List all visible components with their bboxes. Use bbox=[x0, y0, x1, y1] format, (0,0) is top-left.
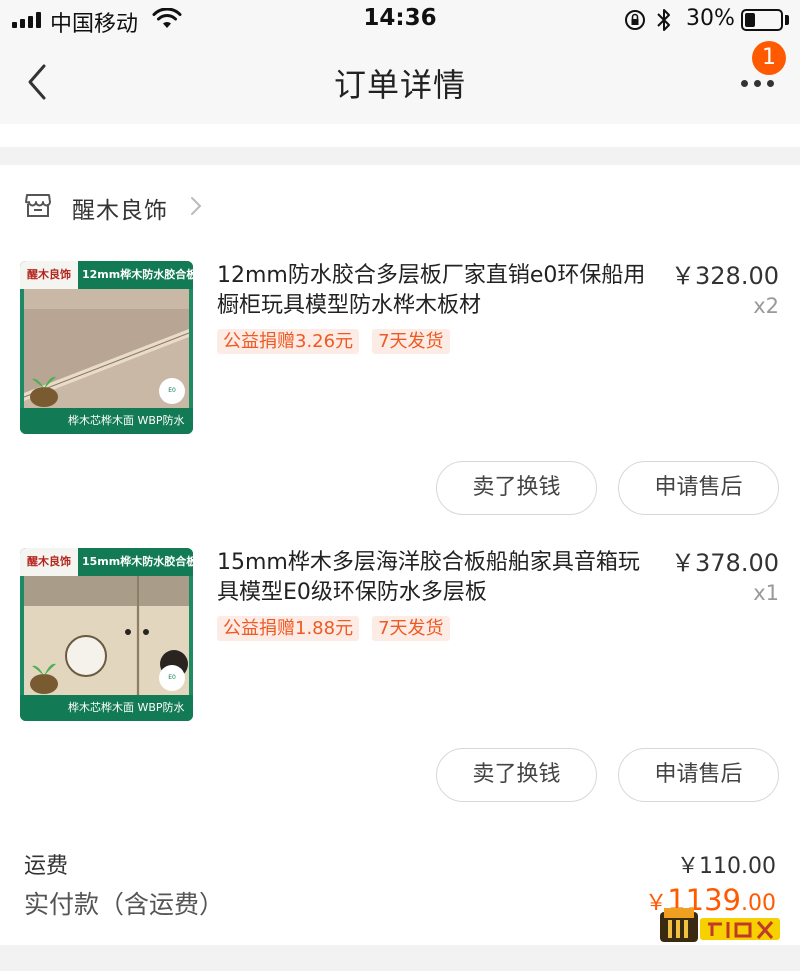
shop-header[interactable]: 醒木良饰 bbox=[0, 179, 800, 235]
charity-tag: 公益捐赠3.26元 bbox=[217, 329, 360, 354]
thumbnail-caption: 15mm桦木防水胶合板 bbox=[82, 555, 193, 568]
status-bar: 中国移动 14:36 30% bbox=[0, 0, 800, 40]
eco-badge-icon: E0 bbox=[159, 665, 185, 691]
product-tags: 公益捐赠1.88元 7天发货 bbox=[217, 616, 450, 641]
product-price: ￥328.00 bbox=[671, 262, 779, 290]
product-quantity: x1 bbox=[753, 581, 779, 605]
shop-name: 醒木良饰 bbox=[72, 198, 168, 224]
rotation-lock-icon bbox=[625, 10, 645, 30]
shipping-time-tag: 7天发货 bbox=[372, 329, 450, 354]
product-thumbnail[interactable]: 醒木良饰 12mm桦木防水胶合板 E0 桦木芯桦木面 WBP防水 bbox=[20, 261, 193, 434]
product-tags: 公益捐赠3.26元 7天发货 bbox=[217, 329, 450, 354]
resell-button[interactable]: 卖了换钱 bbox=[436, 461, 597, 515]
order-item: 醒木良饰 15mm桦木防水胶合板 E0 桦木芯桦木面 WBP防水 15mm桦木多… bbox=[0, 548, 800, 818]
product-thumbnail[interactable]: 醒木良饰 15mm桦木防水胶合板 E0 桦木芯桦木面 WBP防水 bbox=[20, 548, 193, 721]
charity-tag: 公益捐赠1.88元 bbox=[217, 616, 360, 641]
after-sales-button[interactable]: 申请售后 bbox=[618, 748, 779, 802]
battery-percent: 30% bbox=[686, 6, 735, 31]
bluetooth-icon bbox=[657, 9, 670, 31]
product-title[interactable]: 15mm桦木多层海洋胶合板船舶家具音箱玩具模型E0级环保防水多层板 bbox=[217, 548, 653, 608]
thumbnail-logo: 醒木良饰 bbox=[20, 548, 78, 576]
order-card: 醒木良饰 醒木良饰 12mm桦木防水胶合板 E0 桦木芯桦木面 WBP防水 12… bbox=[0, 165, 800, 945]
eco-badge-icon: E0 bbox=[159, 378, 185, 404]
thumbnail-logo: 醒木良饰 bbox=[20, 261, 78, 289]
shipping-fee-value: ￥110.00 bbox=[677, 854, 776, 879]
shipping-fee-label: 运费 bbox=[24, 854, 69, 879]
battery-fill bbox=[745, 13, 755, 27]
item-actions: 卖了换钱 申请售后 bbox=[436, 748, 779, 802]
item-actions: 卖了换钱 申请售后 bbox=[436, 461, 779, 515]
after-sales-button[interactable]: 申请售后 bbox=[618, 461, 779, 515]
nav-bar: 订单详情 bbox=[0, 40, 800, 124]
shipping-time-tag: 7天发货 bbox=[372, 616, 450, 641]
notification-badge: 1 bbox=[752, 41, 786, 75]
store-icon bbox=[25, 194, 51, 217]
thumbnail-footer: 桦木芯桦木面 WBP防水 bbox=[20, 695, 193, 721]
thumbnail-footer: 桦木芯桦木面 WBP防水 bbox=[20, 408, 193, 434]
top-divider-strip bbox=[0, 124, 800, 147]
product-quantity: x2 bbox=[753, 294, 779, 318]
chevron-right-icon bbox=[191, 197, 202, 215]
resell-button[interactable]: 卖了换钱 bbox=[436, 748, 597, 802]
battery-tip bbox=[785, 15, 789, 25]
clock-time: 14:36 bbox=[363, 5, 437, 31]
amount-paid-label: 实付款（含运费） bbox=[24, 890, 225, 919]
bottom-background bbox=[0, 945, 800, 971]
product-title[interactable]: 12mm防水胶合多层板厂家直销e0环保船用橱柜玩具模型防水桦木板材 bbox=[217, 261, 653, 321]
product-price: ￥378.00 bbox=[671, 549, 779, 577]
battery-icon bbox=[741, 9, 783, 31]
order-item: 醒木良饰 12mm桦木防水胶合板 E0 桦木芯桦木面 WBP防水 12mm防水胶… bbox=[0, 261, 800, 531]
watermark-logo bbox=[660, 908, 780, 942]
page-title: 订单详情 bbox=[333, 66, 466, 104]
thumbnail-caption: 12mm桦木防水胶合板 bbox=[82, 268, 193, 281]
